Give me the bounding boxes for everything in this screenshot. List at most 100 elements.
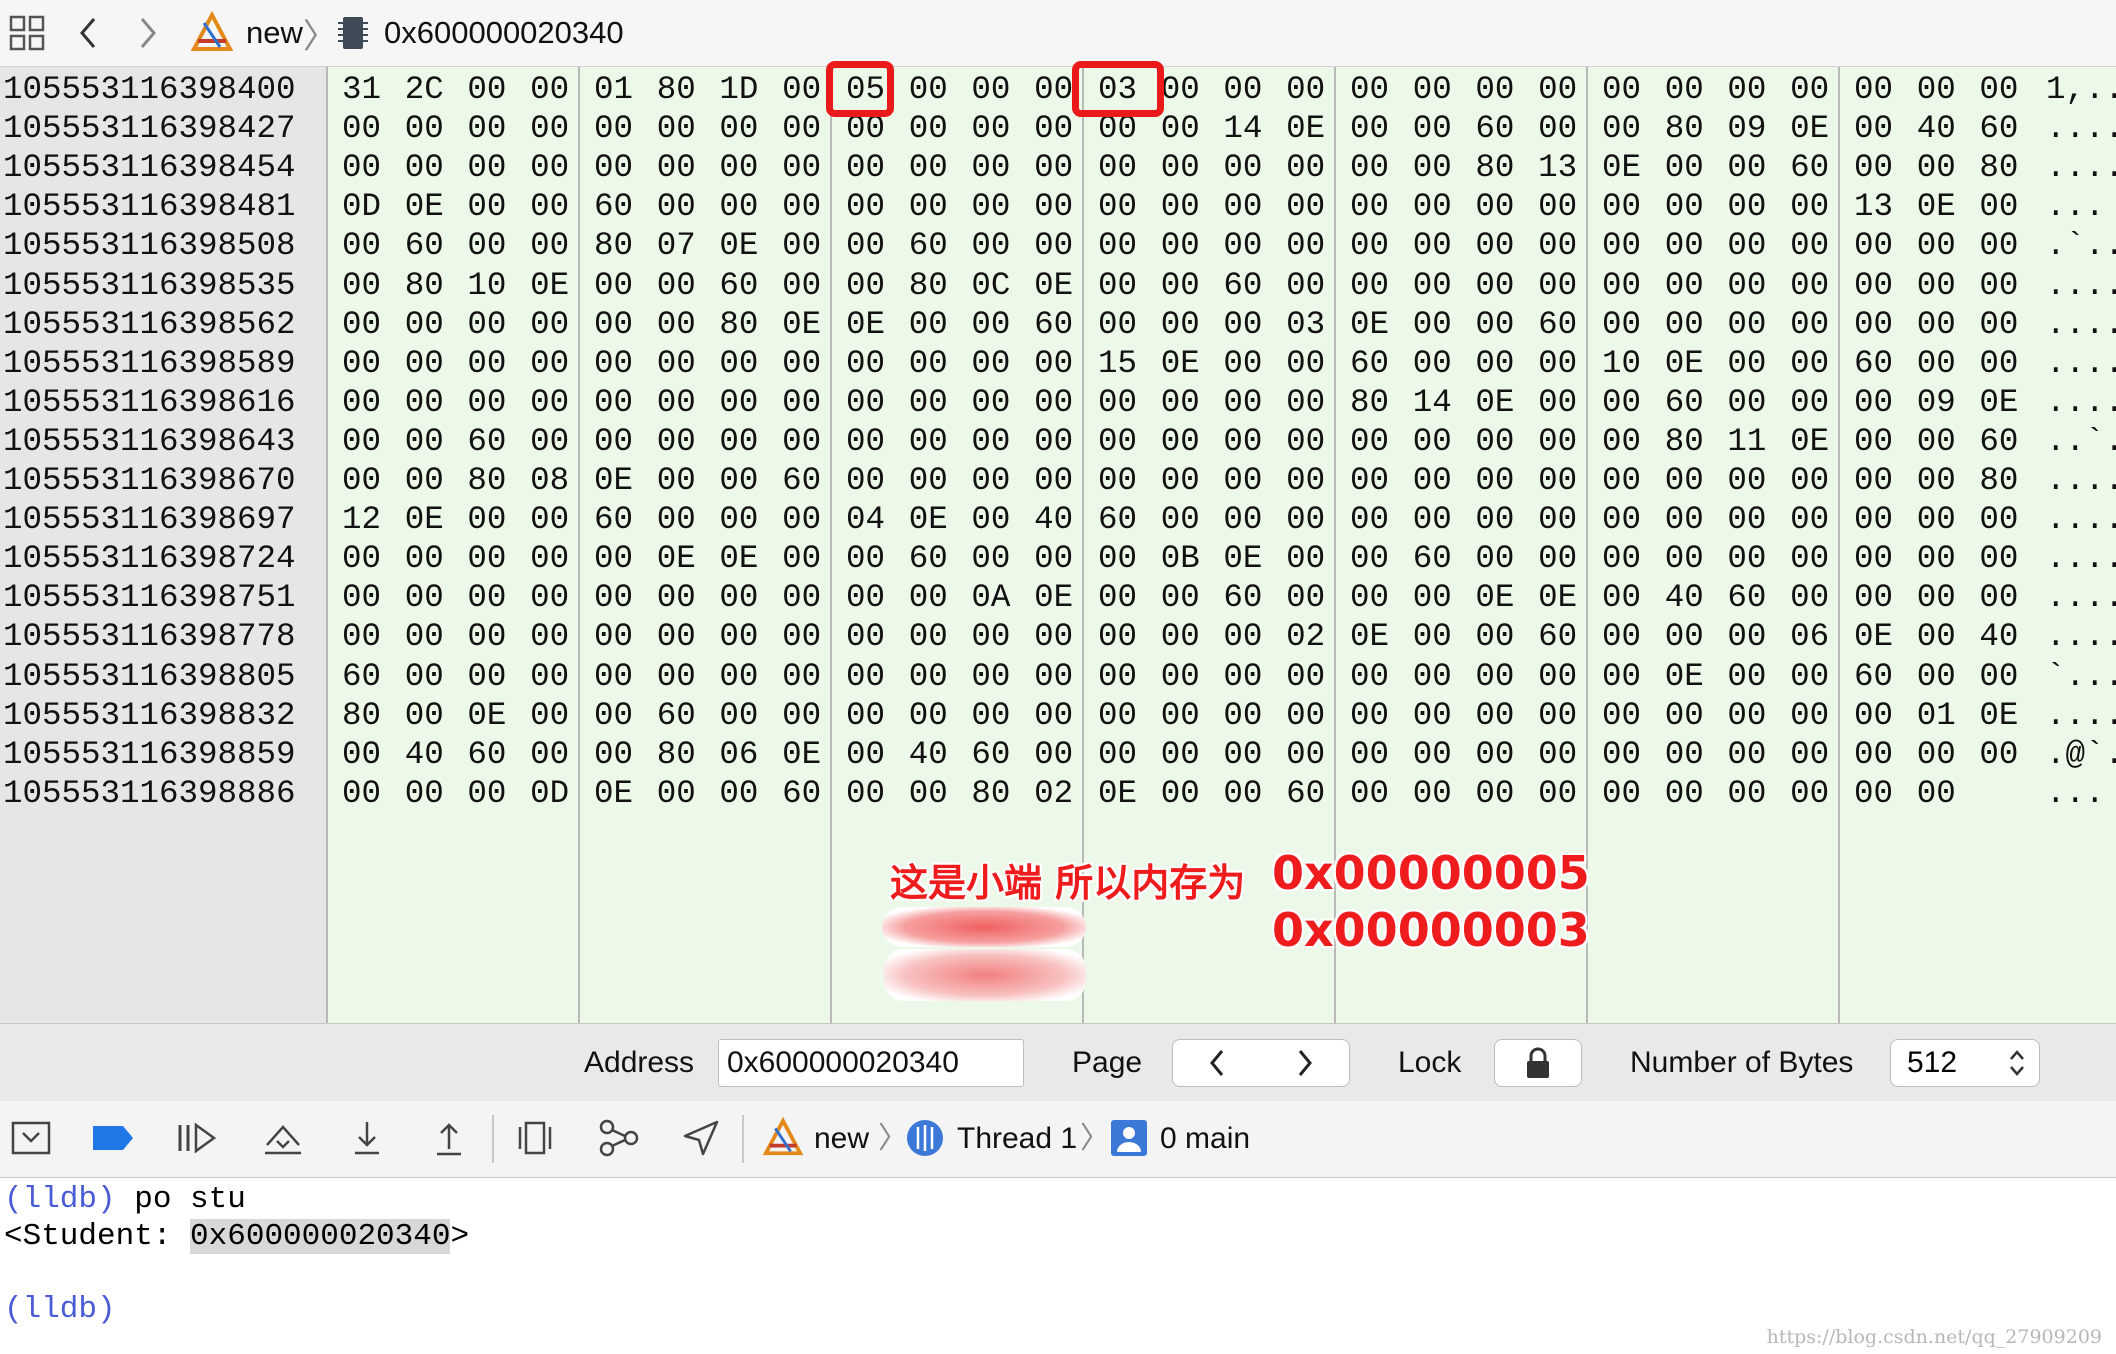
- byte-cell[interactable]: 00: [846, 187, 885, 226]
- byte-cell[interactable]: 00: [1413, 266, 1452, 305]
- byte-cell[interactable]: 00: [909, 383, 948, 422]
- byte-cell[interactable]: 00: [1979, 266, 2018, 305]
- byte-cell[interactable]: 09: [1727, 109, 1766, 148]
- byte-cell[interactable]: 00: [342, 578, 381, 617]
- byte-cell[interactable]: 60: [1854, 344, 1893, 383]
- byte-cell[interactable]: 00: [1098, 422, 1137, 461]
- byte-cell[interactable]: 00: [1098, 461, 1137, 500]
- byte-cell[interactable]: 00: [1917, 539, 1956, 578]
- byte-cell[interactable]: 0E: [782, 735, 821, 774]
- byte-cell[interactable]: 00: [846, 422, 885, 461]
- byte-cell[interactable]: 14: [1413, 383, 1452, 422]
- byte-cell[interactable]: 80: [405, 266, 444, 305]
- number-of-bytes-select[interactable]: 512: [1890, 1039, 2040, 1087]
- byte-cell[interactable]: 00: [1538, 461, 1577, 500]
- byte-cell[interactable]: 00: [657, 657, 696, 696]
- byte-cell[interactable]: 00: [1917, 266, 1956, 305]
- byte-cell[interactable]: 40: [405, 735, 444, 774]
- byte-cell[interactable]: 00: [657, 422, 696, 461]
- byte-cell[interactable]: 60: [1413, 539, 1452, 578]
- byte-cell[interactable]: 00: [1602, 383, 1641, 422]
- byte-cell[interactable]: 06: [1790, 617, 1829, 656]
- byte-cell[interactable]: 00: [657, 461, 696, 500]
- byte-cell[interactable]: 00: [1790, 383, 1829, 422]
- byte-cell[interactable]: 00: [1034, 148, 1073, 187]
- byte-cell[interactable]: 00: [1034, 735, 1073, 774]
- byte-cell[interactable]: 00: [1790, 226, 1829, 265]
- byte-cell[interactable]: 00: [1161, 148, 1200, 187]
- byte-cell[interactable]: 00: [719, 461, 758, 500]
- byte-cell[interactable]: 00: [719, 148, 758, 187]
- byte-cell[interactable]: 40: [1665, 578, 1704, 617]
- byte-cell[interactable]: 00: [719, 500, 758, 539]
- byte-cell[interactable]: 00: [657, 344, 696, 383]
- byte-cell[interactable]: 0B: [1161, 539, 1200, 578]
- byte-cell[interactable]: 00: [1790, 187, 1829, 226]
- byte-cell[interactable]: 00: [1538, 657, 1577, 696]
- byte-cell[interactable]: 00: [782, 109, 821, 148]
- byte-cell[interactable]: 00: [1286, 344, 1325, 383]
- byte-cell[interactable]: 00: [1034, 617, 1073, 656]
- byte-cell[interactable]: 00: [846, 461, 885, 500]
- byte-cell[interactable]: 60: [1223, 266, 1262, 305]
- byte-cell[interactable]: 00: [1727, 344, 1766, 383]
- byte-cell[interactable]: 00: [719, 578, 758, 617]
- byte-cell[interactable]: 00: [909, 578, 948, 617]
- byte-cell[interactable]: 00: [1475, 774, 1514, 813]
- byte-cell[interactable]: 00: [1286, 539, 1325, 578]
- byte-cell[interactable]: 00: [1098, 696, 1137, 735]
- byte-cell[interactable]: 00: [1602, 70, 1641, 109]
- byte-cell[interactable]: 09: [1917, 383, 1956, 422]
- byte-cell[interactable]: 00: [1979, 500, 2018, 539]
- byte-cell[interactable]: 00: [1727, 70, 1766, 109]
- byte-cell[interactable]: 00: [1286, 226, 1325, 265]
- byte-cell[interactable]: 00: [594, 657, 633, 696]
- byte-cell[interactable]: 00: [1413, 461, 1452, 500]
- byte-cell[interactable]: 0E: [657, 539, 696, 578]
- byte-cell[interactable]: 00: [1286, 148, 1325, 187]
- byte-cell[interactable]: 00: [1917, 344, 1956, 383]
- byte-cell[interactable]: 00: [1161, 70, 1200, 109]
- byte-cell[interactable]: 00: [1538, 70, 1577, 109]
- byte-cell[interactable]: 00: [1979, 70, 2018, 109]
- byte-cell[interactable]: 0E: [1602, 148, 1641, 187]
- byte-cell[interactable]: 00: [1602, 578, 1641, 617]
- byte-cell[interactable]: 00: [782, 70, 821, 109]
- byte-cell[interactable]: 80: [342, 696, 381, 735]
- byte-cell[interactable]: 00: [1602, 617, 1641, 656]
- byte-cell[interactable]: 00: [1917, 617, 1956, 656]
- byte-cell[interactable]: 00: [1475, 344, 1514, 383]
- byte-cell[interactable]: 0E: [1475, 578, 1514, 617]
- byte-cell[interactable]: 00: [1665, 70, 1704, 109]
- byte-cell[interactable]: 00: [1790, 696, 1829, 735]
- byte-cell[interactable]: 00: [1161, 266, 1200, 305]
- byte-cell[interactable]: 00: [342, 617, 381, 656]
- breadcrumb-location[interactable]: 0x600000020340: [338, 0, 624, 66]
- byte-cell[interactable]: 00: [405, 422, 444, 461]
- byte-cell[interactable]: 60: [1790, 148, 1829, 187]
- byte-cell[interactable]: 0E: [1286, 109, 1325, 148]
- byte-cell[interactable]: 00: [530, 735, 569, 774]
- byte-cell[interactable]: 40: [1979, 617, 2018, 656]
- byte-cell[interactable]: 00: [530, 617, 569, 656]
- byte-cell[interactable]: 80: [1665, 422, 1704, 461]
- byte-cell[interactable]: 00: [1161, 305, 1200, 344]
- byte-cell[interactable]: 00: [1161, 774, 1200, 813]
- byte-cell[interactable]: 00: [594, 422, 633, 461]
- byte-cell[interactable]: 04: [846, 500, 885, 539]
- byte-cell[interactable]: 00: [405, 344, 444, 383]
- byte-cell[interactable]: 00: [1475, 657, 1514, 696]
- byte-cell[interactable]: 00: [1538, 735, 1577, 774]
- byte-cell[interactable]: 00: [1854, 70, 1893, 109]
- byte-cell[interactable]: 14: [1223, 109, 1262, 148]
- byte-cell[interactable]: 60: [1854, 657, 1893, 696]
- byte-cell[interactable]: 00: [971, 657, 1010, 696]
- byte-cell[interactable]: 00: [1350, 774, 1389, 813]
- byte-cell[interactable]: 00: [909, 305, 948, 344]
- byte-cell[interactable]: 0D: [342, 187, 381, 226]
- byte-cell[interactable]: 00: [909, 461, 948, 500]
- byte-cell[interactable]: 00: [1854, 226, 1893, 265]
- byte-cell[interactable]: 00: [1034, 344, 1073, 383]
- byte-cell[interactable]: 0E: [594, 461, 633, 500]
- byte-cell[interactable]: 00: [719, 187, 758, 226]
